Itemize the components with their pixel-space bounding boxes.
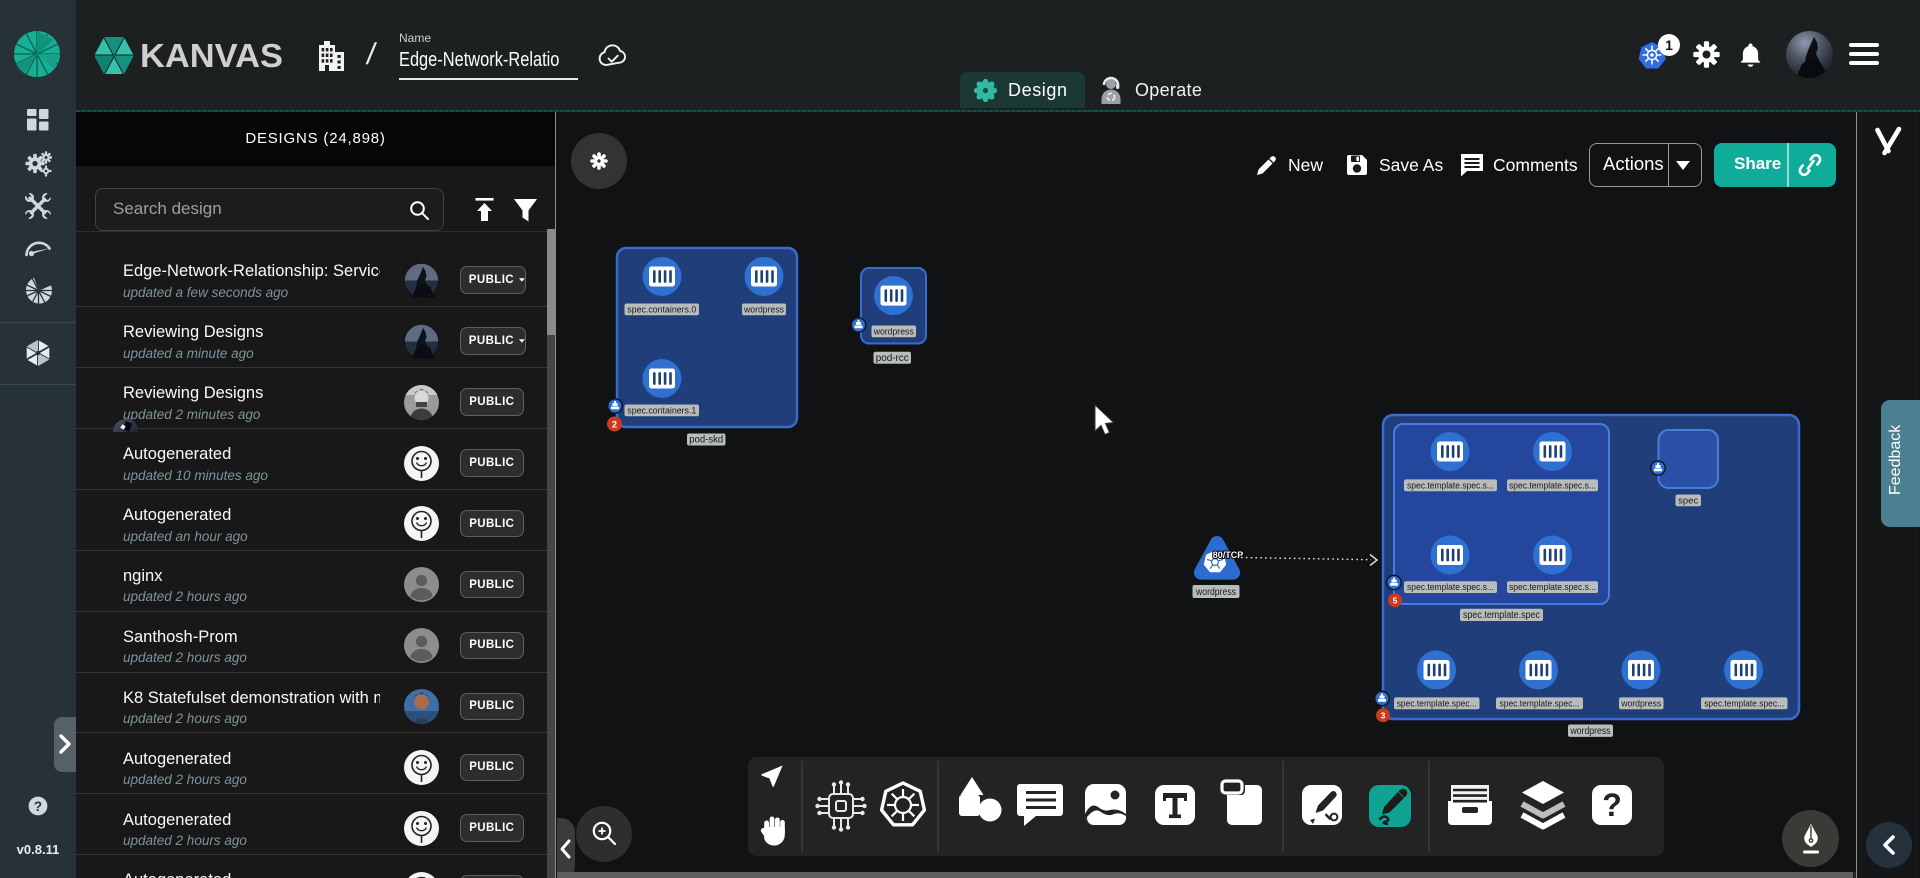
svg-text:?: ? [1602,787,1622,823]
svg-text:80/TCP: 80/TCP [1213,550,1244,560]
svg-text:pod-rcc: pod-rcc [876,353,909,364]
svg-text:spec: spec [1678,496,1699,506]
svg-text:pod-skd: pod-skd [689,435,723,446]
svg-text:spec.template.spec.s...: spec.template.spec.s... [1407,480,1494,490]
svg-text:2: 2 [612,419,617,429]
svg-text:wordpress: wordpress [743,305,784,315]
svg-text:KANVAS: KANVAS [140,37,283,74]
svg-text:spec.template.spec.s...: spec.template.spec.s... [1509,582,1596,592]
svg-text:spec.template.spec...: spec.template.spec... [1704,698,1784,708]
svg-text:wordpress: wordpress [873,327,914,337]
svg-text:spec.template.spec...: spec.template.spec... [1397,698,1477,708]
svg-text:spec.containers.0: spec.containers.0 [627,305,696,315]
svg-text:5: 5 [1393,595,1398,605]
svg-text:?: ? [34,799,42,814]
svg-text:spec.template.spec.s...: spec.template.spec.s... [1509,480,1596,490]
svg-text:spec.template.spec.s...: spec.template.spec.s... [1407,582,1494,592]
svg-text:wordpress: wordpress [1570,726,1611,737]
svg-text:spec.containers.1: spec.containers.1 [627,406,696,416]
svg-text:wordpress: wordpress [1195,587,1236,598]
svg-text:wordpress: wordpress [1620,698,1661,708]
svg-text:spec.template.spec...: spec.template.spec... [1500,698,1580,708]
svg-text:3: 3 [1381,711,1386,721]
svg-text:spec.template.spec: spec.template.spec [1463,610,1540,621]
svg-text:1: 1 [1665,37,1673,53]
